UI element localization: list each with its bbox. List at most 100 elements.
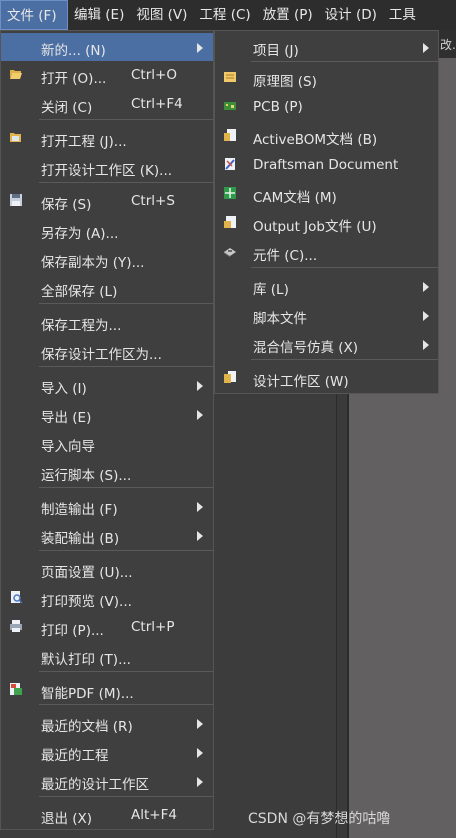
- file-menu-item-label: 保存工程为...: [41, 318, 122, 334]
- file-menu-item-label: 打印 (P)...: [41, 623, 104, 639]
- save-icon: [9, 193, 23, 207]
- menu-separator: [251, 267, 438, 268]
- new-submenu-item-label: Output Job文件 (U): [253, 219, 377, 235]
- menu-tools[interactable]: 工具: [383, 0, 422, 30]
- file-menu-item[interactable]: 智能PDF (M)...: [1, 676, 213, 704]
- menu-separator: [251, 359, 438, 360]
- file-menu-item[interactable]: 打印 (P)... Ctrl+P: [1, 613, 213, 641]
- file-menu-item-label: 页面设置 (U)...: [41, 565, 133, 581]
- submenu-arrow-icon: [423, 43, 429, 53]
- new-submenu-item[interactable]: Output Job文件 (U): [215, 209, 438, 237]
- file-menu-item-label: 打开工程 (J)...: [41, 134, 127, 150]
- new-submenu-item-label: 混合信号仿真 (X): [253, 340, 359, 356]
- smart-pdf-icon: [9, 682, 23, 696]
- submenu-arrow-icon: [197, 43, 203, 53]
- file-menu-item[interactable]: 保存副本为 (Y)...: [1, 245, 213, 273]
- document-tab[interactable]: 改.Sc: [440, 36, 456, 53]
- submenu-arrow-icon: [197, 502, 203, 512]
- file-menu-item-label: 新的... (N): [41, 43, 106, 59]
- file-menu-item[interactable]: 最近的文档 (R): [1, 709, 213, 737]
- file-menu-item[interactable]: 制造输出 (F): [1, 492, 213, 520]
- new-submenu: 项目 (J) 原理图 (S) PCB (P) ActiveBOM文档 (B) Draft…: [214, 30, 439, 394]
- file-menu-item[interactable]: 导出 (E): [1, 400, 213, 428]
- file-menu-item-label: 全部保存 (L): [41, 284, 118, 300]
- file-menu-item[interactable]: 装配输出 (B): [1, 521, 213, 549]
- file-menu-item-label: 制造输出 (F): [41, 502, 118, 518]
- file-menu-item-label: 导入向导: [41, 439, 95, 455]
- new-submenu-item[interactable]: 原理图 (S): [215, 64, 438, 92]
- file-menu-item[interactable]: 保存设计工作区为...: [1, 337, 213, 365]
- file-menu-item-label: 默认打印 (T)...: [41, 652, 131, 668]
- new-submenu-item[interactable]: PCB (P): [215, 93, 438, 121]
- menu-separator: [39, 796, 213, 797]
- menu-separator: [39, 119, 213, 120]
- file-menu-item-label: 保存 (S): [41, 197, 92, 213]
- file-menu-item-shortcut: Ctrl+F4: [131, 96, 183, 112]
- menu-place[interactable]: 放置 (P): [257, 0, 319, 30]
- file-menu-item-label: 保存设计工作区为...: [41, 347, 162, 363]
- new-submenu-item-label: Draftsman Document: [253, 157, 399, 173]
- menu-project[interactable]: 工程 (C): [193, 0, 256, 30]
- file-menu-item[interactable]: 打开 (O)... Ctrl+O: [1, 61, 213, 89]
- new-submenu-item[interactable]: 设计工作区 (W): [215, 364, 438, 392]
- file-menu-item-label: 最近的设计工作区: [41, 777, 149, 793]
- submenu-arrow-icon: [197, 748, 203, 758]
- file-menu-item[interactable]: 新的... (N): [1, 33, 213, 61]
- file-menu-item[interactable]: 退出 (X) Alt+F4: [1, 801, 213, 829]
- file-menu-item[interactable]: 最近的工程: [1, 738, 213, 766]
- file-menu-item-label: 打开设计工作区 (K)...: [41, 163, 173, 179]
- file-menu-item[interactable]: 默认打印 (T)...: [1, 642, 213, 670]
- file-menu-item-shortcut: Alt+F4: [131, 807, 177, 823]
- menu-edit[interactable]: 编辑 (E): [68, 0, 130, 30]
- file-menu-item[interactable]: 导入 (I): [1, 371, 213, 399]
- file-menu-item-label: 保存副本为 (Y)...: [41, 255, 145, 271]
- submenu-arrow-icon: [197, 531, 203, 541]
- new-submenu-item[interactable]: CAM文档 (M): [215, 180, 438, 208]
- file-menu-item-shortcut: Ctrl+O: [131, 67, 177, 83]
- file-menu-item[interactable]: 全部保存 (L): [1, 274, 213, 302]
- component-icon: [223, 244, 237, 258]
- new-submenu-item[interactable]: 库 (L): [215, 272, 438, 300]
- new-submenu-item[interactable]: 混合信号仿真 (X): [215, 330, 438, 358]
- submenu-arrow-icon: [423, 282, 429, 292]
- pcb-icon: [223, 99, 237, 113]
- menu-separator: [251, 61, 438, 62]
- schematic-icon: [223, 70, 237, 84]
- file-menu-item-label: 智能PDF (M)...: [41, 686, 134, 702]
- menu-design[interactable]: 设计 (D): [319, 0, 383, 30]
- file-menu-item[interactable]: 另存为 (A)...: [1, 216, 213, 244]
- new-submenu-item-label: 元件 (C)...: [253, 248, 318, 264]
- file-menu-item[interactable]: 保存 (S) Ctrl+S: [1, 187, 213, 215]
- menubar: 文件 (F) 编辑 (E) 视图 (V) 工程 (C) 放置 (P) 设计 (D…: [0, 0, 456, 30]
- file-menu-item[interactable]: 打开设计工作区 (K)...: [1, 153, 213, 181]
- file-menu-item[interactable]: 关闭 (C) Ctrl+F4: [1, 90, 213, 118]
- menu-separator: [39, 671, 213, 672]
- new-submenu-item[interactable]: ActiveBOM文档 (B): [215, 122, 438, 150]
- new-submenu-item-label: CAM文档 (M): [253, 190, 337, 206]
- submenu-arrow-icon: [197, 381, 203, 391]
- file-menu-item[interactable]: 页面设置 (U)...: [1, 555, 213, 583]
- new-submenu-item-label: 项目 (J): [253, 43, 299, 59]
- file-menu-item-label: 最近的文档 (R): [41, 719, 133, 735]
- menu-file[interactable]: 文件 (F): [0, 0, 68, 30]
- new-submenu-item[interactable]: 元件 (C)...: [215, 238, 438, 266]
- draftsman-icon: [223, 157, 237, 171]
- menu-separator: [39, 182, 213, 183]
- file-menu-item[interactable]: 运行脚本 (S)...: [1, 458, 213, 486]
- submenu-arrow-icon: [197, 719, 203, 729]
- file-menu-item[interactable]: 导入向导: [1, 429, 213, 457]
- menu-view[interactable]: 视图 (V): [130, 0, 193, 30]
- new-submenu-item[interactable]: Draftsman Document: [215, 151, 438, 179]
- file-menu-item[interactable]: 保存工程为...: [1, 308, 213, 336]
- file-menu-item-shortcut: Ctrl+S: [131, 193, 175, 209]
- new-submenu-item[interactable]: 脚本文件: [215, 301, 438, 329]
- menu-separator: [39, 366, 213, 367]
- file-menu-item[interactable]: 打开工程 (J)...: [1, 124, 213, 152]
- new-submenu-item[interactable]: 项目 (J): [215, 33, 438, 61]
- file-menu-item-label: 退出 (X): [41, 811, 93, 827]
- new-submenu-item-label: 脚本文件: [253, 311, 307, 327]
- file-menu-item[interactable]: 最近的设计工作区: [1, 767, 213, 795]
- new-submenu-item-label: 原理图 (S): [253, 74, 317, 90]
- file-menu-item[interactable]: 打印预览 (V)...: [1, 584, 213, 612]
- output-job-icon: [223, 215, 237, 229]
